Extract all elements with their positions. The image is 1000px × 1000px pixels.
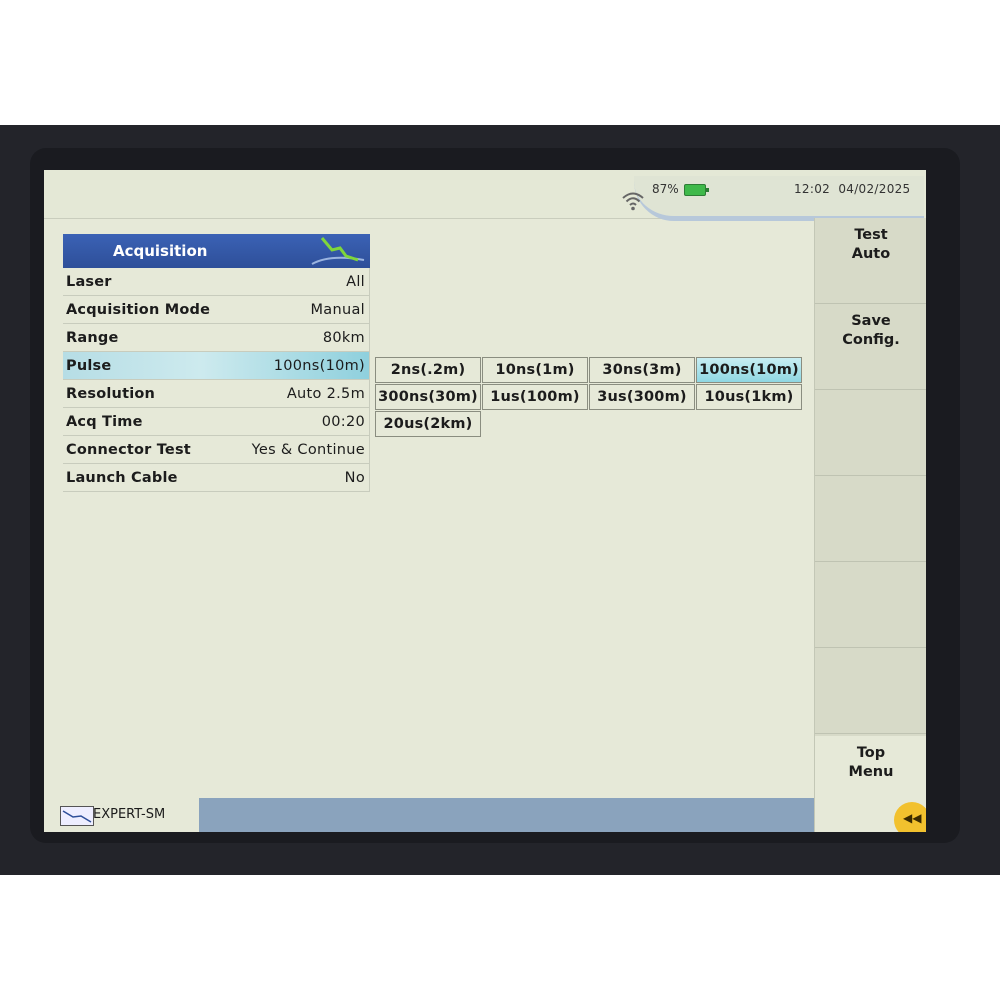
softkey-column: Test Auto Save Config. Top Menu — [814, 218, 926, 832]
bottom-status-strip — [199, 798, 814, 832]
wifi-icon — [622, 192, 644, 211]
pulse-option[interactable]: 10us(1km) — [696, 384, 802, 410]
row-label: Resolution — [66, 385, 156, 402]
time: 12:02 — [794, 182, 831, 196]
softkey-empty[interactable] — [815, 562, 926, 648]
softkey-line: Save — [851, 313, 891, 329]
battery-icon — [684, 184, 709, 196]
otdr-screen: 87% 12:02 04/02/2025 Acquisition Laser A… — [44, 170, 926, 832]
row-value: Yes & Continue — [251, 441, 365, 458]
row-acquisition-mode[interactable]: Acquisition Mode Manual — [63, 296, 370, 324]
row-value: All — [346, 273, 365, 290]
row-connector-test[interactable]: Connector Test Yes & Continue — [63, 436, 370, 464]
row-range[interactable]: Range 80km — [63, 324, 370, 352]
row-laser[interactable]: Laser All — [63, 268, 370, 296]
pulse-option[interactable]: 20us(2km) — [375, 411, 481, 437]
softkey-empty[interactable] — [815, 390, 926, 476]
trace-mode-icon — [60, 806, 94, 826]
row-value: 80km — [322, 329, 365, 346]
panel-title: Acquisition — [113, 242, 208, 260]
pulse-option[interactable]: 10ns(1m) — [482, 357, 588, 383]
panel-title-bar: Acquisition — [63, 234, 370, 268]
acquisition-panel: Acquisition Laser All Acquisition Mode M… — [63, 234, 370, 492]
row-label: Pulse — [66, 357, 112, 374]
softkey-line: Config. — [842, 332, 900, 348]
status-bar: 87% 12:02 04/02/2025 — [44, 170, 926, 221]
row-label: Launch Cable — [66, 469, 178, 486]
battery-percent: 87% — [652, 182, 679, 196]
mode-tab[interactable]: EXPERT-SM — [44, 798, 198, 832]
softkey-line: Test — [854, 227, 888, 243]
save-config-button[interactable]: Save Config. — [815, 304, 926, 390]
pulse-option[interactable]: 30ns(3m) — [589, 357, 695, 383]
row-value: No — [344, 469, 365, 486]
row-value: Auto 2.5m — [286, 385, 365, 402]
row-pulse[interactable]: Pulse 100ns(10m) — [63, 352, 370, 380]
pulse-option[interactable]: 2ns(.2m) — [375, 357, 481, 383]
row-launch-cable[interactable]: Launch Cable No — [63, 464, 370, 492]
row-resolution[interactable]: Resolution Auto 2.5m — [63, 380, 370, 408]
mode-label: EXPERT-SM — [93, 807, 166, 822]
row-value: 00:20 — [321, 413, 365, 430]
row-label: Acquisition Mode — [66, 301, 211, 318]
clock: 12:02 04/02/2025 — [794, 182, 911, 196]
row-label: Laser — [66, 273, 112, 290]
softkey-line: Auto — [851, 246, 891, 262]
row-label: Connector Test — [66, 441, 191, 458]
softkey-empty[interactable] — [815, 476, 926, 562]
pulse-option[interactable]: 300ns(30m) — [375, 384, 481, 410]
trace-icon — [311, 237, 365, 265]
row-value: Manual — [310, 301, 365, 318]
test-auto-button[interactable]: Test Auto — [815, 218, 926, 304]
pulse-option[interactable]: 3us(300m) — [589, 384, 695, 410]
softkey-empty[interactable] — [815, 648, 926, 734]
softkey-line: Top — [856, 745, 886, 761]
pulse-option-selected[interactable]: 100ns(10m) — [696, 357, 802, 383]
bottom-bar: EXPERT-SM — [44, 794, 814, 832]
row-acq-time[interactable]: Acq Time 00:20 — [63, 408, 370, 436]
row-label: Range — [66, 329, 119, 346]
softkey-line: Menu — [848, 764, 894, 780]
back-arrows-icon[interactable]: ◀◀ — [894, 802, 926, 832]
date: 04/02/2025 — [838, 182, 911, 196]
pulse-option[interactable]: 1us(100m) — [482, 384, 588, 410]
row-value: 100ns(10m) — [273, 357, 365, 374]
row-label: Acq Time — [66, 413, 143, 430]
